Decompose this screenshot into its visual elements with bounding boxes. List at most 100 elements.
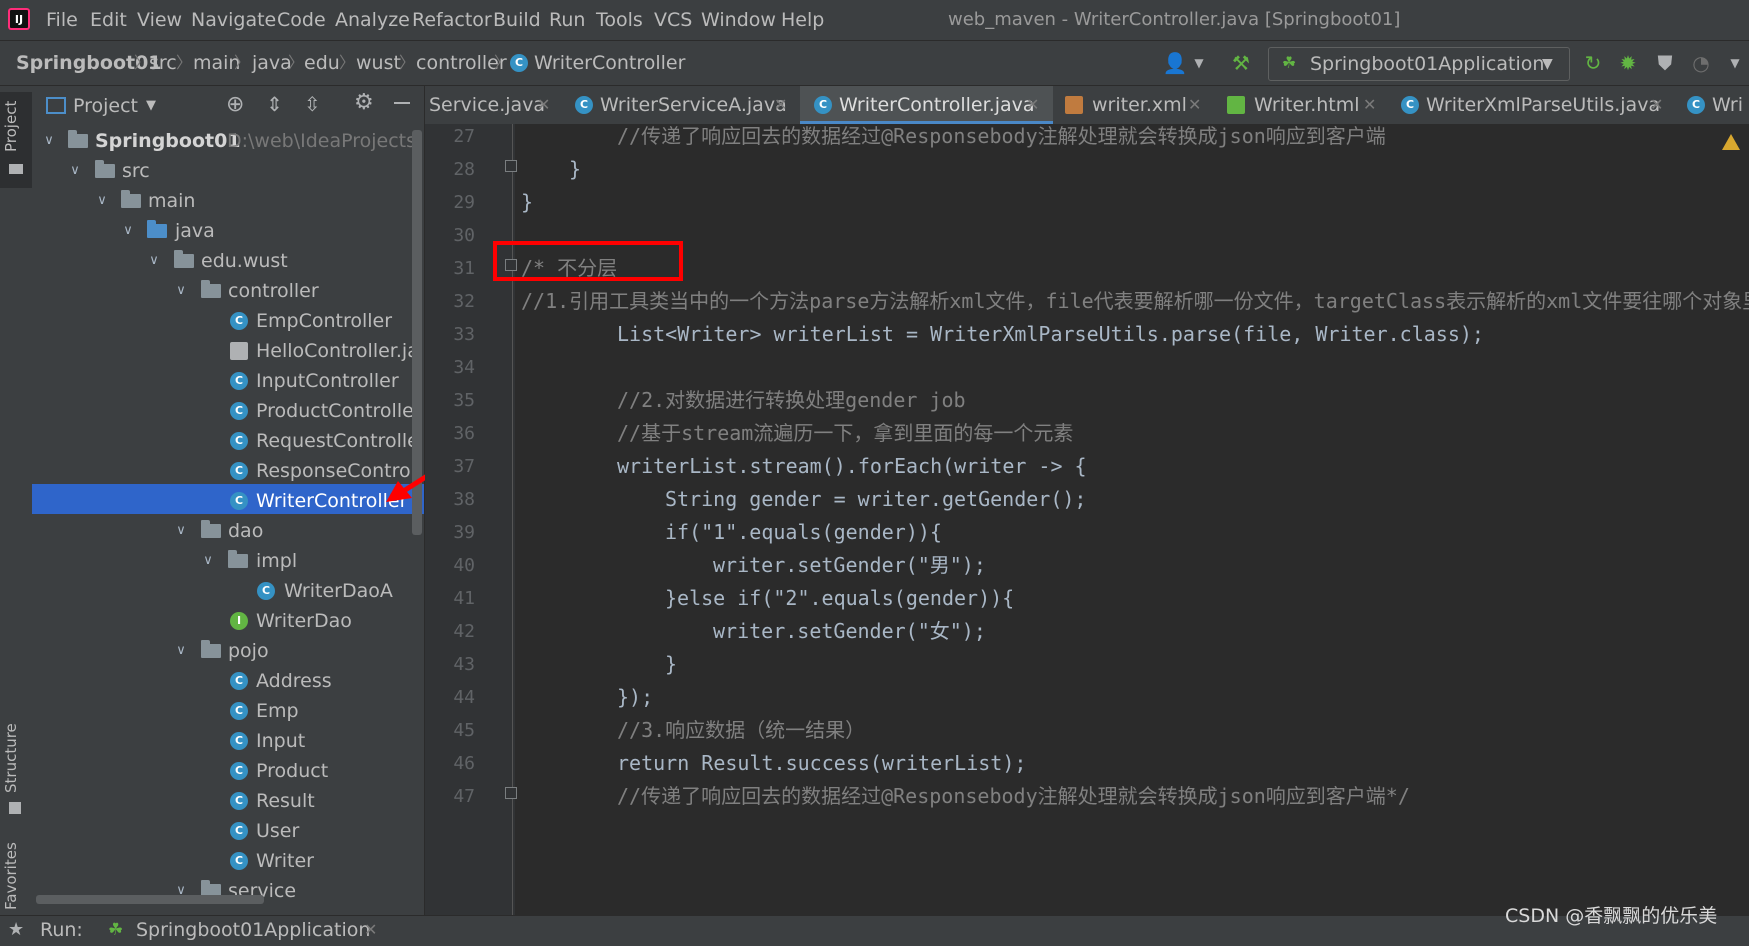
menu-edit[interactable]: Edit xyxy=(90,0,127,40)
expand-all-icon[interactable]: ⇕ xyxy=(266,92,283,116)
close-icon[interactable]: ✕ xyxy=(774,86,787,124)
menu-tools[interactable]: Tools xyxy=(596,0,643,40)
tree-item-springboot01[interactable]: Springboot01 xyxy=(95,126,241,156)
close-icon[interactable]: ✕ xyxy=(1026,86,1039,124)
project-panel-title[interactable]: Project xyxy=(73,86,138,126)
profiler-icon[interactable]: ◔ xyxy=(1688,50,1714,76)
tree-item-path: D:\web\IdeaProjects\w xyxy=(227,130,417,152)
tab-writercontroller-java[interactable]: WriterController.java xyxy=(839,86,1035,124)
collapse-all-icon[interactable]: ⇳ xyxy=(304,92,321,116)
class-icon: C xyxy=(230,732,248,750)
side-tab-structure[interactable]: Structure xyxy=(2,716,30,800)
tab-service-java[interactable]: Service.java xyxy=(429,86,545,124)
tree-item-emp[interactable]: Emp xyxy=(256,696,299,726)
side-tab-favorites[interactable]: Favorites xyxy=(2,838,30,914)
tree-item-hellocontroller[interactable]: HelloController.java xyxy=(256,336,422,366)
menu-vcs[interactable]: VCS xyxy=(654,0,692,40)
chevron-down-icon[interactable]: ∨ xyxy=(201,546,215,576)
chevron-down-icon[interactable]: ∨ xyxy=(95,186,109,216)
chevron-down-icon[interactable]: ∨ xyxy=(121,216,135,246)
class-icon: C xyxy=(1401,96,1419,114)
chevron-down-icon[interactable]: ▼ xyxy=(146,86,156,126)
breadcrumb-java[interactable]: java xyxy=(252,41,292,85)
run-tab-springboot01application[interactable]: Springboot01Application xyxy=(136,915,370,945)
tab-writer-html[interactable]: Writer.html xyxy=(1254,86,1360,124)
code-line-45: //3.响应数据（统一结果） xyxy=(617,718,866,742)
chevron-down-icon[interactable]: ∨ xyxy=(42,126,56,156)
menu-refactor[interactable]: Refactor xyxy=(412,0,492,40)
menu-analyze[interactable]: Analyze xyxy=(335,0,410,40)
fold-marker-icon[interactable] xyxy=(505,787,517,799)
chevron-down-icon[interactable]: ∨ xyxy=(174,636,188,666)
tab-writerservicea-java[interactable]: WriterServiceA.java xyxy=(600,86,787,124)
tab-overflow-partial[interactable]: Wri xyxy=(1712,86,1749,124)
tree-item-productcontroller[interactable]: ProductController xyxy=(256,396,422,426)
tab-writerxmlparseutils-java[interactable]: WriterXmlParseUtils.java xyxy=(1426,86,1660,124)
menu-window[interactable]: Window xyxy=(701,0,776,40)
tree-item-pojo[interactable]: pojo xyxy=(228,636,269,666)
tree-item-java[interactable]: java xyxy=(175,216,215,246)
html-file-icon xyxy=(1227,96,1245,114)
class-icon: C xyxy=(230,312,248,330)
tree-item-product[interactable]: Product xyxy=(256,756,328,786)
chevron-down-icon[interactable]: ∨ xyxy=(174,516,188,546)
menu-help[interactable]: Help xyxy=(781,0,824,40)
tree-item-controller[interactable]: controller xyxy=(228,276,319,306)
source-folder-icon xyxy=(147,220,167,238)
chevron-down-icon[interactable]: ▼ xyxy=(1186,50,1212,76)
tree-item-user[interactable]: User xyxy=(256,816,299,846)
line-number: 32 xyxy=(453,291,475,312)
tree-item-main[interactable]: main xyxy=(148,186,195,216)
breadcrumb-src[interactable]: src xyxy=(149,41,177,85)
user-icon[interactable]: 👤 xyxy=(1162,50,1188,76)
rerun-icon[interactable]: ↻ xyxy=(1580,50,1606,76)
breadcrumb-edu[interactable]: edu xyxy=(304,41,340,85)
breadcrumb-writercontroller[interactable]: WriterController xyxy=(534,41,685,85)
gear-icon[interactable]: ⚙ xyxy=(354,90,374,115)
tree-item-writerdao[interactable]: WriterDao xyxy=(256,606,352,636)
tree-item-address[interactable]: Address xyxy=(256,666,332,696)
tree-item-result[interactable]: Result xyxy=(256,786,315,816)
build-hammer-icon[interactable]: ⚒ xyxy=(1228,50,1254,76)
line-number: 30 xyxy=(453,225,475,246)
menu-code[interactable]: Code xyxy=(277,0,326,40)
tree-item-writerdaoa[interactable]: WriterDaoA xyxy=(284,576,393,606)
horizontal-scrollbar[interactable] xyxy=(36,895,264,904)
tree-item-impl[interactable]: impl xyxy=(256,546,297,576)
tree-item-empcontroller[interactable]: EmpController xyxy=(256,306,392,336)
code-line-29: } xyxy=(521,190,534,214)
chevron-down-icon[interactable]: ∨ xyxy=(68,156,82,186)
breadcrumb-wust[interactable]: wust xyxy=(356,41,401,85)
chevron-down-icon[interactable]: ▼ xyxy=(1722,50,1748,76)
close-icon[interactable]: ✕ xyxy=(1363,86,1376,124)
menu-build[interactable]: Build xyxy=(493,0,541,40)
side-tab-project[interactable]: Project xyxy=(2,96,30,156)
tab-writer-xml[interactable]: writer.xml xyxy=(1092,86,1187,124)
tree-item-src[interactable]: src xyxy=(122,156,150,186)
class-icon: C xyxy=(230,462,248,480)
coverage-icon[interactable]: ⛊ xyxy=(1652,50,1678,76)
menu-run[interactable]: Run xyxy=(549,0,585,40)
menu-view[interactable]: View xyxy=(137,0,182,40)
close-icon[interactable]: ✕ xyxy=(364,915,377,945)
chevron-down-icon[interactable]: ∨ xyxy=(147,246,161,276)
chevron-down-icon[interactable]: ∨ xyxy=(174,276,188,306)
menu-file[interactable]: File xyxy=(46,0,78,40)
locate-target-icon[interactable]: ⊕ xyxy=(226,92,244,117)
tree-item-input[interactable]: Input xyxy=(256,726,305,756)
debug-bug-icon[interactable]: ✹ xyxy=(1615,50,1641,76)
package-icon xyxy=(174,250,194,268)
class-icon: C xyxy=(230,672,248,690)
tree-item-inputcontroller[interactable]: InputController xyxy=(256,366,399,396)
star-icon[interactable]: ★ xyxy=(8,915,24,945)
close-icon[interactable]: ✕ xyxy=(1650,86,1663,124)
warning-icon[interactable] xyxy=(1722,134,1740,150)
tree-item-writer[interactable]: Writer xyxy=(256,846,314,876)
hide-panel-icon[interactable] xyxy=(394,102,410,104)
tree-item-dao[interactable]: dao xyxy=(228,516,263,546)
menu-navigate[interactable]: Navigate xyxy=(191,0,276,40)
tree-item-edu-wust[interactable]: edu.wust xyxy=(201,246,288,276)
fold-marker-icon[interactable] xyxy=(505,160,517,172)
close-icon[interactable]: ✕ xyxy=(1188,86,1201,124)
close-icon[interactable]: ✕ xyxy=(537,86,550,124)
